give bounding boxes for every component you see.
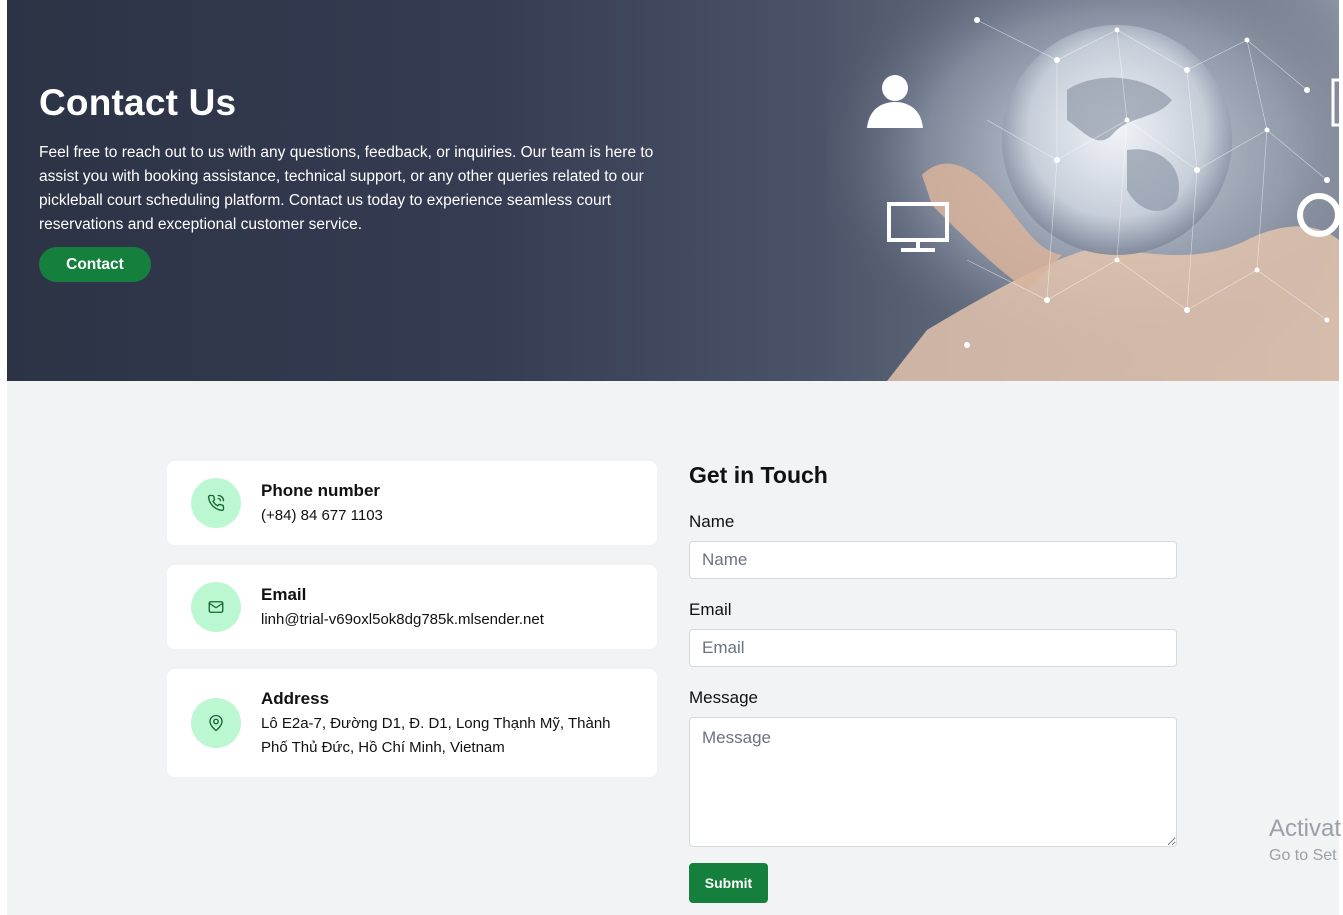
address-value: Lô E2a-7, Đường D1, Đ. D1, Long Thạnh Mỹ… <box>261 715 611 756</box>
contact-button[interactable]: Contact <box>39 247 151 282</box>
mail-icon <box>208 601 224 613</box>
email-card: Email linh@trial-v69oxl5ok8dg785k.mlsend… <box>167 565 657 649</box>
email-value: linh@trial-v69oxl5ok8dg785k.mlsender.net <box>261 611 544 628</box>
phone-card: Phone number (+84) 84 677 1103 <box>167 461 657 545</box>
contact-section: Phone number (+84) 84 677 1103 Email lin… <box>7 381 1339 915</box>
mail-icon-badge <box>191 582 241 632</box>
email-label: Email <box>689 600 732 619</box>
name-label: Name <box>689 512 735 531</box>
watermark-line2: Go to Set <box>1269 847 1337 864</box>
address-title: Address <box>261 689 330 708</box>
hero-banner: Contact Us Feel free to reach out to us … <box>7 0 1339 381</box>
phone-icon <box>207 494 225 512</box>
location-icon-badge <box>191 698 241 748</box>
submit-button[interactable]: Submit <box>689 863 768 903</box>
hero-description: Feel free to reach out to us with any qu… <box>39 144 654 233</box>
name-input[interactable] <box>689 541 1177 579</box>
email-title: Email <box>261 585 307 604</box>
location-pin-icon <box>209 714 223 732</box>
form-title: Get in Touch <box>689 462 828 488</box>
page-title: Contact Us <box>39 82 237 123</box>
globe-in-hand-network-image <box>827 0 1339 381</box>
phone-value: (+84) 84 677 1103 <box>261 507 383 524</box>
phone-icon-badge <box>191 478 241 528</box>
address-card: Address Lô E2a-7, Đường D1, Đ. D1, Long … <box>167 669 657 777</box>
activation-watermark: Activat Go to Set <box>1269 815 1341 865</box>
email-input[interactable] <box>689 629 1177 667</box>
message-label: Message <box>689 688 758 707</box>
message-textarea[interactable] <box>689 717 1177 847</box>
phone-title: Phone number <box>261 481 381 500</box>
watermark-line1: Activat <box>1269 815 1342 842</box>
